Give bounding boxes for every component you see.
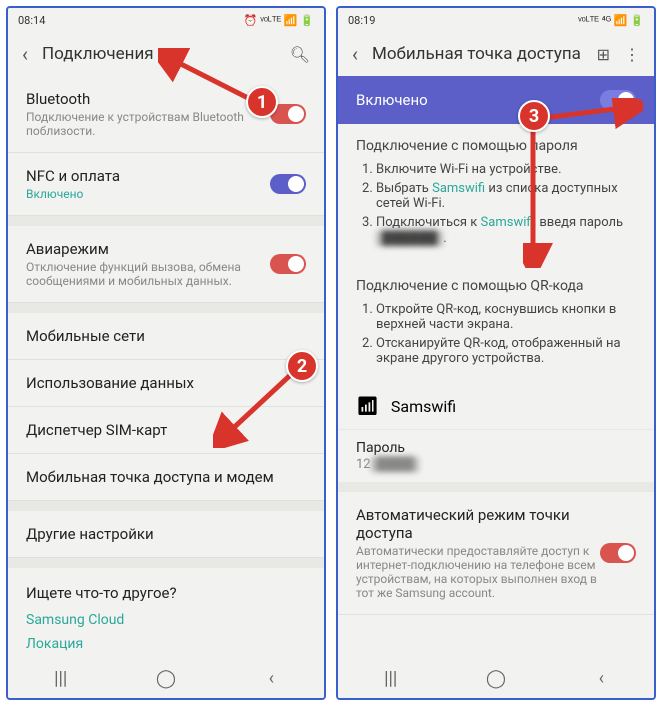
- item-hotspot-tethering[interactable]: Мобильная точка доступа и модем: [8, 454, 324, 501]
- password-instructions: Подключение с помощью пароля Включите Wi…: [338, 124, 654, 264]
- item-mobile-networks[interactable]: Мобильные сети: [8, 313, 324, 360]
- item-nfc[interactable]: NFC и оплата Включено: [8, 153, 324, 216]
- phone-connections: 08:14 ⏰ ᵛᵒᴸᵀᴱ 📶 🔋 ‹ Подключения 🔍︎ Bluet…: [6, 6, 326, 700]
- step-3: Подключиться к Samswifi, введя пароль ██…: [376, 215, 636, 246]
- item-sub: Подключение к устройствам Bluetooth побл…: [26, 110, 270, 138]
- enabled-label: Включено: [356, 91, 428, 109]
- toggle-hotspot-enabled[interactable]: [600, 90, 636, 110]
- qr-step-2: Отсканируйте QR-код, отображенный на экр…: [376, 336, 636, 366]
- hotspot-name-row[interactable]: 📶︎ Samswifi: [338, 384, 654, 429]
- item-airplane[interactable]: Авиарежим Отключение функций вызова, обм…: [8, 226, 324, 303]
- item-data-usage[interactable]: Использование данных: [8, 360, 324, 407]
- link-location[interactable]: Локация: [26, 636, 306, 652]
- item-sub: Отключение функций вызова, обмена сообще…: [26, 260, 270, 288]
- qr-step-1: Откройте QR-код, коснувшись кнопки в вер…: [376, 302, 636, 332]
- recents-button[interactable]: |||: [41, 668, 81, 689]
- item-title: Авиарежим: [26, 240, 270, 258]
- back-button[interactable]: ‹: [581, 668, 621, 689]
- field-label: Пароль: [356, 440, 636, 456]
- qr-icon[interactable]: ⊞: [597, 45, 610, 64]
- status-icons: ⏰ ᵛᵒᴸᵀᴱ 📶 🔋: [244, 14, 314, 27]
- home-button[interactable]: ◯: [146, 668, 186, 689]
- callout-1: 1: [246, 86, 278, 118]
- status-icons: ᵛᵒᴸᵀᴱ ⁴ᴳ 📶 🔋: [578, 14, 644, 27]
- item-title: NFC и оплата: [26, 167, 270, 185]
- toggle-auto-hotspot[interactable]: [600, 543, 636, 563]
- callout-2: 2: [286, 350, 318, 382]
- recents-button[interactable]: |||: [371, 668, 411, 689]
- header: ‹ Мобильная точка доступа ⊞ ⋮: [338, 32, 654, 76]
- back-button[interactable]: ‹: [251, 668, 291, 689]
- qr-instructions: Подключение с помощью QR-кода Откройте Q…: [338, 264, 654, 384]
- nav-bar: ||| ◯ ‹: [338, 658, 654, 698]
- settings-list: Bluetooth Подключение к устройствам Blue…: [8, 76, 324, 658]
- status-time: 08:19: [348, 14, 375, 27]
- step-1: Включите Wi-Fi на устройстве.: [376, 162, 636, 177]
- section-title: Подключение с помощью пароля: [356, 138, 636, 154]
- section-title: Подключение с помощью QR-кода: [356, 278, 636, 294]
- item-title: Диспетчер SIM-карт: [26, 421, 167, 439]
- step-2: Выбрать Samswifi из списка доступных сет…: [376, 181, 636, 211]
- footer-title: Ищете что-то другое?: [26, 584, 306, 602]
- callout-3: 3: [518, 100, 550, 132]
- link-samsung-cloud[interactable]: Samsung Cloud: [26, 612, 306, 628]
- phone-hotspot: 08:19 ᵛᵒᴸᵀᴱ ⁴ᴳ 📶 🔋 ‹ Мобильная точка дос…: [336, 6, 656, 700]
- status-time: 08:14: [18, 14, 45, 27]
- search-icon[interactable]: 🔍︎: [290, 45, 310, 64]
- header-title: Мобильная точка доступа: [372, 44, 583, 64]
- item-title: Автоматический режим точки доступа: [356, 506, 600, 542]
- item-title: Мобильная точка доступа и модем: [26, 468, 274, 486]
- nav-bar: ||| ◯ ‹: [8, 658, 324, 698]
- back-icon[interactable]: ‹: [352, 42, 358, 66]
- password-field[interactable]: Пароль 12████: [338, 430, 654, 482]
- footer-section: Ищете что-то другое? Samsung Cloud Локац…: [8, 568, 324, 658]
- hotspot-icon: 📶︎: [356, 396, 379, 417]
- home-button[interactable]: ◯: [476, 668, 516, 689]
- header: ‹ Подключения 🔍︎: [8, 32, 324, 76]
- toggle-airplane[interactable]: [270, 254, 306, 274]
- hotspot-content: Подключение с помощью пароля Включите Wi…: [338, 124, 654, 658]
- item-sub: Включено: [26, 187, 270, 201]
- item-title: Bluetooth: [26, 90, 270, 108]
- more-icon[interactable]: ⋮: [624, 45, 640, 64]
- item-title: Использование данных: [26, 374, 194, 392]
- status-bar: 08:19 ᵛᵒᴸᵀᴱ ⁴ᴳ 📶 🔋: [338, 8, 654, 32]
- back-icon[interactable]: ‹: [22, 42, 28, 66]
- item-sim-manager[interactable]: Диспетчер SIM-карт: [8, 407, 324, 454]
- item-title: Другие настройки: [26, 525, 154, 543]
- item-title: Мобильные сети: [26, 327, 145, 345]
- item-auto-hotspot[interactable]: Автоматический режим точки доступа Автом…: [338, 492, 654, 615]
- item-other-settings[interactable]: Другие настройки: [8, 511, 324, 558]
- status-bar: 08:14 ⏰ ᵛᵒᴸᵀᴱ 📶 🔋: [8, 8, 324, 32]
- toggle-nfc[interactable]: [270, 174, 306, 194]
- hotspot-name: Samswifi: [391, 397, 456, 416]
- item-sub: Автоматически предоставляйте доступ к ин…: [356, 544, 600, 600]
- header-title: Подключения: [42, 44, 276, 64]
- enabled-bar: Включено: [338, 76, 654, 124]
